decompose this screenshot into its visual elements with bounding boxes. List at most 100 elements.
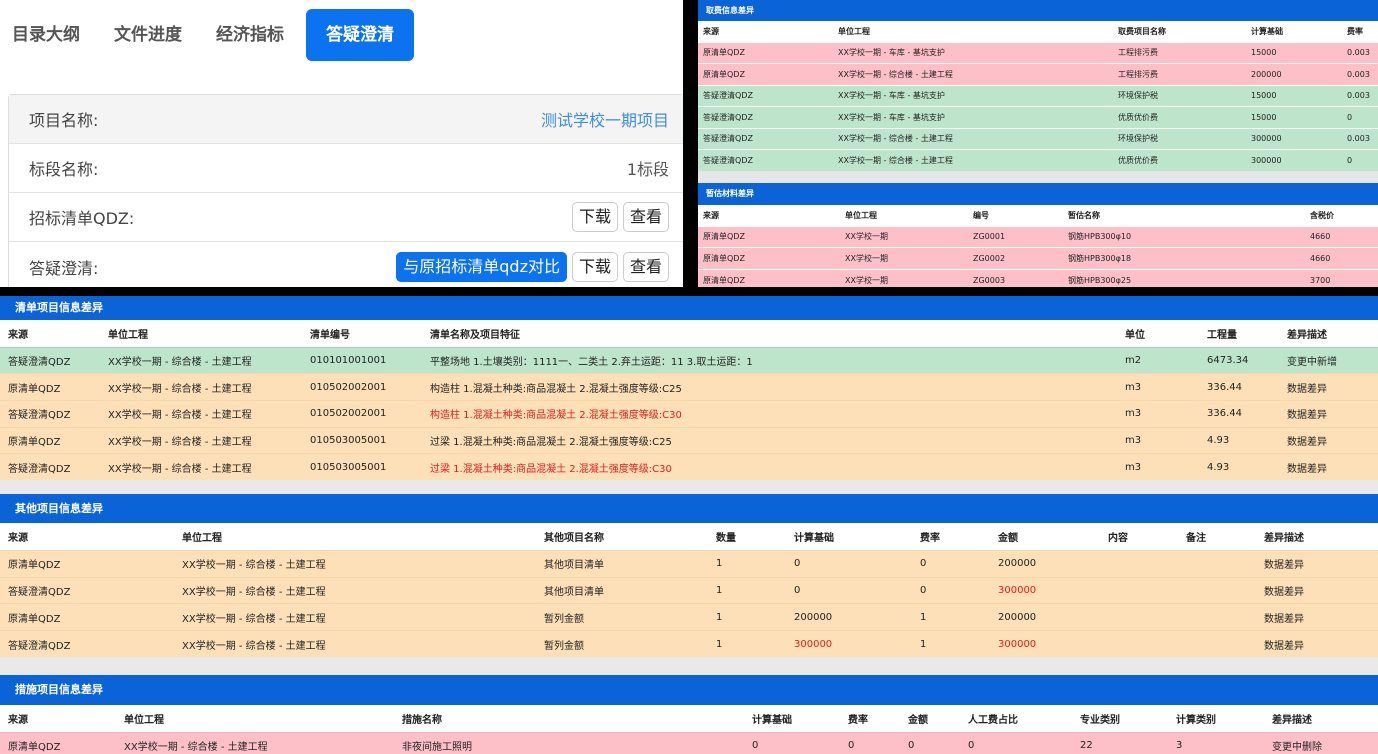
other-cell [1178, 603, 1256, 631]
other-cell: 300000 [786, 630, 912, 658]
measure-cell: 22 [1072, 731, 1168, 754]
fee-row[interactable]: 答疑澄清QDZ XX学校一期 - 车库 - 基坑支护 环境保护税 15000 0.003 [698, 84, 1378, 107]
fee-cell: 优质优价费 [1113, 149, 1246, 171]
other-cell [1100, 603, 1178, 631]
fee-cell: 0.003 [1342, 127, 1378, 150]
fee-cell: 0.003 [1342, 41, 1378, 64]
bill-cell: 4.93 [1199, 453, 1279, 481]
fee-cell: 0.003 [1342, 84, 1378, 107]
bill-row[interactable]: 原清单QDZ XX学校一期 - 综合楼 - 土建工程 010503005001 过梁 … [0, 426, 1378, 454]
bid-download-button[interactable]: 下载 [571, 202, 618, 232]
fee-row[interactable]: 答疑澄清QDZ XX学校一期 - 车库 - 基坑支护 优质优价费 15000 0 [698, 106, 1378, 128]
other-cell: 1 [912, 603, 990, 631]
info-row-qa: 答疑澄清: 与原招标清单qdz对比 下载 查看 [9, 242, 683, 287]
other-cell: 原清单QDZ [0, 603, 174, 631]
fee-column-header: 取费项目名称 [1113, 21, 1246, 42]
other-cell: XX学校一期 - 综合楼 - 土建工程 [174, 630, 536, 658]
bill-column-header: 单位 [1117, 320, 1199, 347]
fee-cell: 15000 [1246, 106, 1342, 128]
other-row[interactable]: 答疑澄清QDZ XX学校一期 - 综合楼 - 土建工程 其他项目清单 1 0 0 30000… [0, 576, 1378, 604]
material-cell: XX学校一期 [840, 225, 968, 248]
tab-file-progress[interactable]: 文件进度 [102, 9, 194, 61]
qa-view-button[interactable]: 查看 [622, 251, 669, 282]
other-diff-title: 其他项目信息差异 [0, 494, 1378, 524]
material-column-header: 编号 [968, 205, 1063, 226]
fee-cell: XX学校一期 - 车库 - 基坑支护 [833, 41, 1113, 64]
other-column-header: 单位工程 [174, 523, 536, 551]
fee-cell: 工程排污费 [1113, 63, 1246, 85]
project-name-label: 项目名称: [29, 111, 99, 130]
project-name-value[interactable]: 测试学校一期项目 [541, 107, 669, 131]
other-cell: 0 [912, 576, 990, 604]
measure-diff-table: 来源 单位工程 措施名称 计算基础 费率 金额 人工费占比 专业类别 计算类别 差异描述 原清单Q… [0, 705, 1378, 754]
material-diff-title: 暂估材料差异 [698, 183, 1378, 205]
material-column-header: 暂估名称 [1063, 205, 1305, 226]
material-column-header: 单位工程 [840, 205, 968, 226]
measure-column-header: 计算基础 [744, 705, 840, 733]
bill-row[interactable]: 答疑澄清QDZ XX学校一期 - 综合楼 - 土建工程 010503005001 过梁… [0, 453, 1378, 481]
material-row[interactable]: 原清单QDZ XX学校一期 ZG0002 钢筋HPB300φ18 4660 [698, 247, 1378, 269]
other-cell: 数据差异 [1256, 630, 1378, 658]
fee-cell: XX学校一期 - 车库 - 基坑支护 [833, 84, 1113, 107]
fee-cell: 工程排污费 [1113, 41, 1246, 64]
bill-diff-section: 清单项目信息差异 来源 单位工程 清单编号 清单名称及项目特征 单位 工程量 差异描述 答疑… [0, 296, 1378, 481]
bill-row[interactable]: 原清单QDZ XX学校一期 - 综合楼 - 土建工程 010502002001 构造柱… [0, 373, 1378, 401]
bill-cell: 010101001001 [302, 346, 422, 374]
fee-row[interactable]: 原清单QDZ XX学校一期 - 车库 - 基坑支护 工程排污费 15000 0.003 [698, 41, 1378, 64]
material-row[interactable]: 原清单QDZ XX学校一期 ZG0003 钢筋HPB300φ25 3700 [698, 268, 1378, 287]
other-cell: 1 [708, 576, 786, 604]
bill-column-header: 单位工程 [100, 320, 302, 347]
tab-qa-clarification[interactable]: 答疑澄清 [306, 9, 414, 61]
other-cell: XX学校一期 - 综合楼 - 土建工程 [174, 603, 536, 631]
bill-cell: m3 [1117, 453, 1199, 481]
fee-row[interactable]: 答疑澄清QDZ XX学校一期 - 综合楼 - 土建工程 优质优价费 300000 0 [698, 149, 1378, 171]
other-cell: XX学校一期 - 综合楼 - 土建工程 [174, 549, 536, 578]
fee-row[interactable]: 答疑澄清QDZ XX学校一期 - 综合楼 - 土建工程 环境保护税 300000 0.0… [698, 127, 1378, 150]
measure-header-row: 来源 单位工程 措施名称 计算基础 费率 金额 人工费占比 专业类别 计算类别 差异描述 [0, 705, 1378, 733]
other-cell [1100, 576, 1178, 604]
other-row[interactable]: 原清单QDZ XX学校一期 - 综合楼 - 土建工程 其他项目清单 1 0 0 200000… [0, 549, 1378, 578]
compare-button[interactable]: 与原招标清单qdz对比 [396, 251, 567, 282]
fee-cell: 答疑澄清QDZ [698, 84, 833, 107]
bill-cell: 答疑澄清QDZ [0, 346, 100, 374]
bill-cell: 336.44 [1199, 373, 1279, 401]
fee-cell: 200000 [1246, 63, 1342, 85]
fee-cell: 答疑澄清QDZ [698, 149, 833, 171]
measure-column-header: 单位工程 [116, 705, 394, 733]
fee-cell: 环境保护税 [1113, 127, 1246, 150]
material-cell: 钢筋HPB300φ25 [1063, 268, 1305, 287]
fee-cell: 300000 [1246, 149, 1342, 171]
bill-diff-table: 来源 单位工程 清单编号 清单名称及项目特征 单位 工程量 差异描述 答疑澄清QDZ XX学校… [0, 320, 1378, 481]
bill-cell: m3 [1117, 399, 1199, 428]
fee-cell: 优质优价费 [1113, 106, 1246, 128]
material-cell: 原清单QDZ [698, 225, 840, 248]
other-cell: 其他项目清单 [536, 549, 708, 578]
bill-diff-title: 清单项目信息差异 [0, 296, 1378, 320]
other-column-header: 备注 [1178, 523, 1256, 551]
tab-economic-index[interactable]: 经济指标 [204, 9, 296, 61]
other-cell: 300000 [990, 630, 1100, 658]
tab-catalog[interactable]: 目录大纲 [0, 9, 92, 61]
fee-column-header: 费率 [1342, 21, 1378, 42]
other-row[interactable]: 原清单QDZ XX学校一期 - 综合楼 - 土建工程 暂列金额 1 200000 1 200… [0, 603, 1378, 631]
material-cell: ZG0003 [968, 268, 1063, 287]
section-name-value: 1标段 [626, 160, 669, 179]
measure-diff-section: 措施项目信息差异 来源 单位工程 措施名称 计算基础 费率 金额 人工费占比 专业类别 计算类别… [0, 675, 1378, 754]
bid-view-button[interactable]: 查看 [622, 202, 669, 232]
fee-column-header: 计算基础 [1246, 21, 1342, 42]
fee-row[interactable]: 原清单QDZ XX学校一期 - 综合楼 - 土建工程 工程排污费 200000 0.00… [698, 63, 1378, 85]
material-row[interactable]: 原清单QDZ XX学校一期 ZG0001 钢筋HPB300φ10 4660 [698, 225, 1378, 248]
fee-cell: XX学校一期 - 综合楼 - 土建工程 [833, 127, 1113, 150]
bill-row[interactable]: 答疑澄清QDZ XX学校一期 - 综合楼 - 土建工程 010502002001 构造… [0, 399, 1378, 428]
bill-cell: 010503005001 [302, 453, 422, 481]
fee-cell: XX学校一期 - 车库 - 基坑支护 [833, 106, 1113, 128]
other-cell: 200000 [990, 603, 1100, 631]
bill-row[interactable]: 答疑澄清QDZ XX学校一期 - 综合楼 - 土建工程 010101001001 平整… [0, 346, 1378, 374]
bill-cell: 构造柱 1.混凝土种类:商品混凝土 2.混凝土强度等级:C30 [422, 399, 1117, 428]
qa-download-button[interactable]: 下载 [571, 251, 618, 282]
bill-column-header: 工程量 [1199, 320, 1279, 347]
measure-row[interactable]: 原清单QDZ XX学校一期 - 综合楼 - 土建工程 非夜间施工照明 0 0 0 0 22 3 变… [0, 731, 1378, 754]
info-row-bid-list: 招标清单QDZ: 下载 查看 [9, 193, 683, 242]
other-row[interactable]: 答疑澄清QDZ XX学校一期 - 综合楼 - 土建工程 暂列金额 1 300000 1 30… [0, 630, 1378, 658]
fee-diff-title: 取费信息差异 [698, 0, 1378, 21]
